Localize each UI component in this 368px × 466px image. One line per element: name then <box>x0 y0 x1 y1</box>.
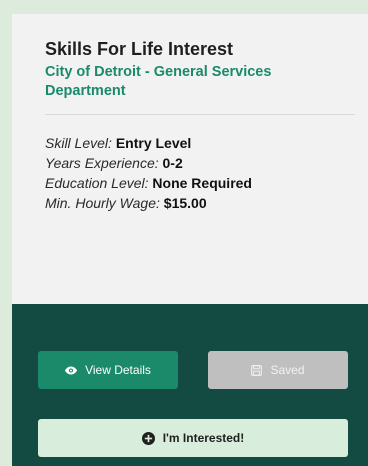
saved-label: Saved <box>270 363 305 377</box>
job-card: Skills For Life Interest City of Detroit… <box>12 14 368 466</box>
detail-value: Entry Level <box>115 135 192 151</box>
view-details-label: View Details <box>85 363 151 377</box>
detail-skill-level: Skill Level: Entry Level <box>45 133 355 153</box>
view-details-button[interactable]: View Details <box>38 351 178 389</box>
detail-label: Min. Hourly Wage: <box>45 195 160 211</box>
detail-years-experience: Years Experience: 0-2 <box>45 153 355 173</box>
detail-label: Years Experience: <box>45 155 159 171</box>
im-interested-label: I'm Interested! <box>162 431 245 445</box>
employer-name: City of Detroit - General Services Depar… <box>45 64 272 99</box>
job-card-body: Skills For Life Interest City of Detroit… <box>12 14 368 304</box>
plus-circle-icon <box>141 431 155 445</box>
job-title: Skills For Life Interest <box>45 39 234 59</box>
detail-label: Education Level: <box>45 175 149 191</box>
job-details-list: Skill Level: Entry Level Years Experienc… <box>45 133 355 213</box>
saved-button[interactable]: Saved <box>208 351 348 389</box>
save-icon <box>251 364 263 376</box>
eye-icon <box>65 366 78 375</box>
divider <box>45 114 355 115</box>
im-interested-button[interactable]: I'm Interested! <box>38 419 348 457</box>
detail-min-hourly-wage: Min. Hourly Wage: $15.00 <box>45 193 355 213</box>
detail-value: $15.00 <box>163 195 207 211</box>
job-card-actions: View Details Saved I'm Interested! <box>12 304 368 466</box>
detail-value: 0-2 <box>162 155 183 171</box>
detail-education-level: Education Level: None Required <box>45 173 355 193</box>
detail-value: None Required <box>152 175 252 191</box>
detail-label: Skill Level: <box>45 135 112 151</box>
